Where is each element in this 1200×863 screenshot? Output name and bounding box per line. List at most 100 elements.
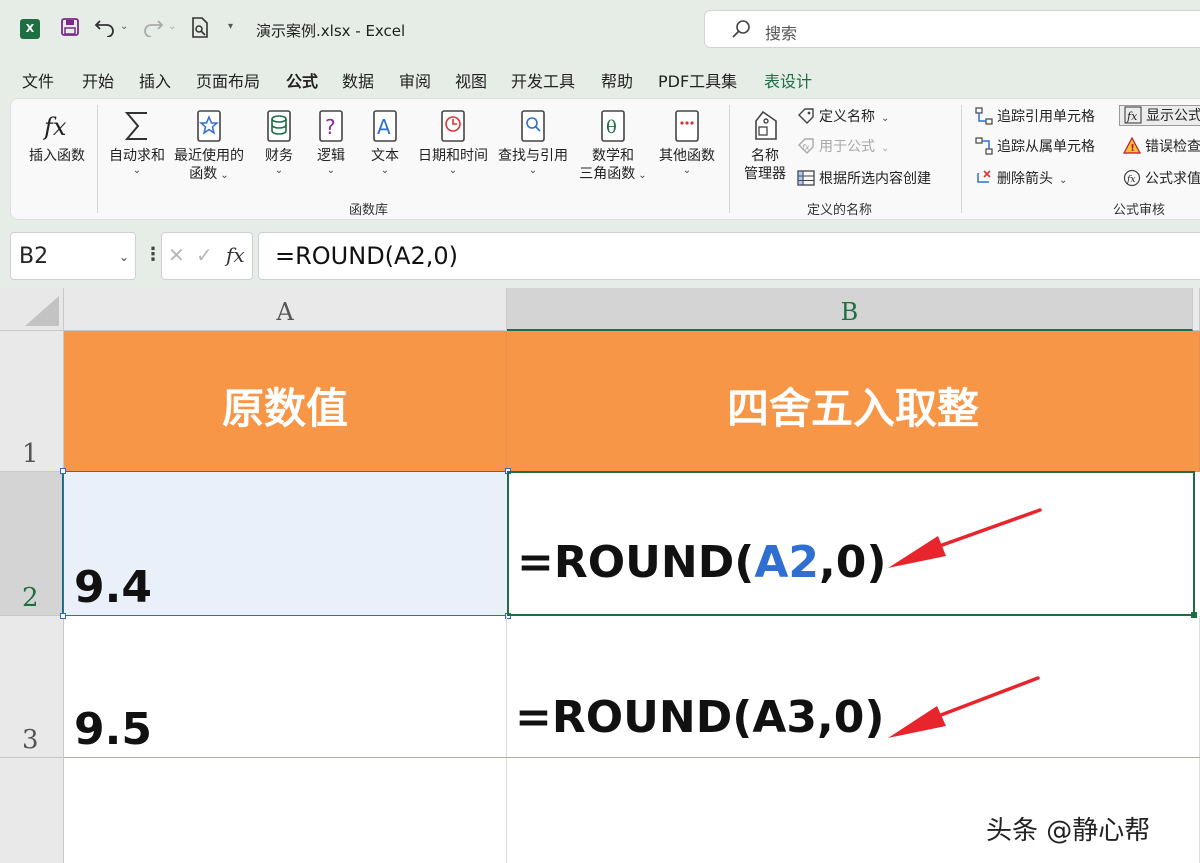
print-preview-icon[interactable] (190, 17, 210, 44)
label-tag-icon (797, 107, 815, 125)
evaluate-formula-icon: fx (1123, 169, 1141, 187)
logical-label: 逻辑 (317, 148, 345, 164)
magnifier-book-icon (519, 109, 547, 143)
tab-insert[interactable]: 插入 (139, 68, 171, 92)
spreadsheet-grid: A B 1 2 3 原数值 四舍五入取整 9.4 =ROUND(A2,0) 9.… (0, 288, 1200, 863)
tab-formulas[interactable]: 公式 (286, 68, 319, 99)
chevron-down-icon: ⌄ (1059, 175, 1068, 186)
logical-button[interactable]: ? 逻辑 ⌄ (311, 109, 351, 177)
chevron-down-icon: ⌄ (448, 165, 458, 176)
confirm-icon[interactable]: ✓ (196, 243, 213, 267)
chevron-down-icon: ⌄ (274, 165, 284, 176)
excel-logo-icon: X (20, 19, 40, 39)
date-time-label: 日期和时间 (418, 148, 488, 164)
letter-a-book-icon: A (371, 109, 399, 143)
tab-developer[interactable]: 开发工具 (511, 68, 575, 92)
recently-used-button[interactable]: 最近使用的 函数 ⌄ (171, 109, 247, 183)
text-label: 文本 (371, 148, 399, 164)
arrow-annotation-icon (888, 676, 1040, 738)
chevron-down-icon: ⌄ (220, 170, 229, 181)
chevron-down-icon: ⌄ (638, 170, 647, 181)
define-name-label: 定义名称 (819, 109, 875, 125)
insert-function-button[interactable]: fx 插入函数 (25, 109, 89, 165)
trace-dependents-label: 追踪从属单元格 (997, 139, 1095, 155)
insert-function-fx-icon[interactable]: fx (226, 243, 245, 267)
use-in-formula-label: 用于公式 (819, 139, 875, 155)
ribbon-divider (97, 105, 98, 213)
chevron-down-icon: ⌄ (326, 165, 336, 176)
tab-page-layout[interactable]: 页面布局 (196, 68, 260, 92)
trace-precedents-icon (975, 107, 993, 125)
create-from-selection-button[interactable]: 根据所选内容创建 (797, 169, 931, 188)
coins-book-icon (265, 109, 293, 143)
watermark: 头条 @静心帮 (986, 816, 1151, 846)
use-in-formula-button[interactable]: fx 用于公式 ⌄ (797, 137, 889, 158)
text-button[interactable]: A 文本 ⌄ (365, 109, 405, 177)
annotation-arrows (888, 508, 1042, 738)
chevron-down-icon: ⌄ (132, 165, 142, 176)
fx-tag-icon: fx (797, 137, 815, 155)
table-grid-icon (797, 169, 815, 187)
redo-dropdown-icon[interactable]: ⌄ (168, 21, 176, 32)
arrow-annotation-icon (888, 508, 1042, 568)
formula-text: =ROUND(A2,0) (275, 242, 458, 270)
ribbon-divider (961, 105, 962, 213)
name-box[interactable]: B2 ⌄ (10, 232, 136, 280)
tab-table-design[interactable]: 表设计 (764, 68, 812, 92)
insert-function-label: 插入函数 (29, 148, 85, 164)
ribbon-panel: fx 插入函数 自动求和 ⌄ 最近使用的 函数 ⌄ 财务 ⌄ ? 逻辑 ⌄ A 文… (10, 98, 1200, 220)
trace-dependents-icon (975, 137, 993, 155)
undo-icon[interactable] (94, 17, 116, 42)
math-label-line2: 三角函数 (579, 166, 636, 182)
show-formulas-label: 显示公式 (1146, 108, 1200, 124)
document-title: 演示案例.xlsx - Excel (256, 22, 406, 40)
evaluate-formula-button[interactable]: fx 公式求值 (1123, 169, 1200, 188)
cancel-icon[interactable]: ✕ (168, 243, 185, 267)
tag-icon (751, 109, 779, 143)
save-icon[interactable] (60, 17, 80, 42)
error-checking-button[interactable]: ! 错误检查 (1123, 136, 1200, 156)
more-functions-label: 其他函数 (659, 148, 715, 164)
financial-button[interactable]: 财务 ⌄ (257, 109, 301, 177)
tab-data[interactable]: 数据 (342, 68, 374, 92)
remove-arrows-label: 删除箭头 (997, 171, 1053, 187)
tab-pdf-tools[interactable]: PDF工具集 (658, 68, 737, 92)
customize-qat-icon[interactable]: ▾ (228, 21, 233, 32)
define-name-button[interactable]: 定义名称 ⌄ (797, 107, 889, 128)
tab-view[interactable]: 视图 (455, 68, 487, 92)
lookup-reference-button[interactable]: 查找与引用 ⌄ (495, 109, 571, 177)
tab-help[interactable]: 帮助 (601, 68, 633, 92)
search-icon (731, 19, 751, 44)
trace-dependents-button[interactable]: 追踪从属单元格 (975, 137, 1095, 156)
title-bar: X ⌄ ⌄ ▾ 演示案例.xlsx - Excel 搜索 (0, 0, 1200, 60)
autosum-button[interactable]: 自动求和 ⌄ (105, 109, 169, 177)
lookup-label: 查找与引用 (498, 148, 568, 164)
chevron-down-icon: ⌄ (881, 143, 890, 154)
date-time-button[interactable]: 日期和时间 ⌄ (413, 109, 493, 177)
recently-used-label-line1: 最近使用的 (174, 148, 244, 164)
tab-home[interactable]: 开始 (82, 68, 114, 92)
more-functions-button[interactable]: 其他函数 ⌄ (655, 109, 719, 177)
formula-input[interactable]: =ROUND(A2,0) (258, 232, 1200, 280)
redo-icon[interactable] (142, 17, 164, 42)
tab-review[interactable]: 审阅 (399, 68, 431, 92)
undo-dropdown-icon[interactable]: ⌄ (120, 21, 128, 32)
search-box[interactable]: 搜索 (704, 10, 1200, 48)
tab-file[interactable]: 文件 (22, 68, 54, 92)
show-formulas-button[interactable]: fx 显示公式 (1119, 105, 1200, 126)
name-box-value: B2 (19, 244, 49, 269)
svg-text:?: ? (325, 115, 336, 139)
chevron-down-icon[interactable]: ⌄ (119, 250, 129, 264)
error-checking-label: 错误检查 (1145, 139, 1200, 155)
star-book-icon (195, 109, 223, 143)
chevron-down-icon: ⌄ (528, 165, 538, 176)
remove-arrows-button[interactable]: 删除箭头 ⌄ (975, 169, 1067, 190)
chevron-down-icon: ⌄ (881, 113, 890, 124)
more-options-icon[interactable]: ⋮ (144, 244, 162, 265)
math-trig-button[interactable]: θ 数学和 三角函数 ⌄ (575, 109, 651, 183)
trace-precedents-button[interactable]: 追踪引用单元格 (975, 107, 1095, 126)
trace-precedents-label: 追踪引用单元格 (997, 109, 1095, 125)
svg-text:A: A (377, 115, 391, 139)
name-manager-button[interactable]: 名称 管理器 (739, 109, 791, 183)
math-label-line1: 数学和 (592, 148, 634, 164)
